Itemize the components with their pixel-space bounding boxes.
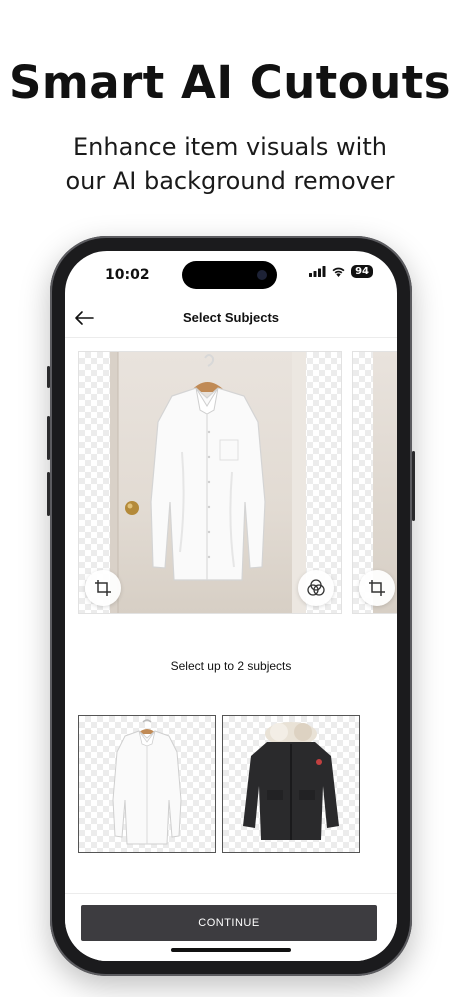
phone-volume-down-button (47, 472, 50, 516)
phone-action-button (47, 366, 50, 388)
battery-level: 94 (351, 265, 373, 278)
nav-bar: Select Subjects (65, 299, 397, 338)
phone-screen: 10:02 94 Select Subjects Select up to 2 … (65, 251, 397, 961)
home-indicator (171, 948, 291, 952)
front-camera (257, 270, 267, 280)
dynamic-island (182, 261, 277, 289)
promo-headline: Smart AI Cutouts (8, 56, 452, 109)
promo-subline-line-2: our AI background remover (65, 167, 395, 195)
carousel-card-next[interactable] (352, 351, 397, 614)
parka-thumbnail-image (243, 722, 339, 840)
shirt-image (110, 352, 306, 613)
phone-volume-up-button (47, 416, 50, 460)
wifi-icon (332, 267, 345, 277)
shirt-photo (110, 352, 306, 613)
crop-button-next[interactable] (359, 570, 395, 606)
promo-subline-line-1: Enhance item visuals with (73, 133, 387, 161)
crop-icon (369, 580, 385, 596)
selection-hint: Select up to 2 subjects (170, 659, 292, 673)
crop-button[interactable] (85, 570, 121, 606)
crop-icon (95, 580, 111, 596)
page-title: Select Subjects (182, 310, 280, 325)
promo-subline: Enhance item visuals with our AI backgro… (20, 130, 440, 198)
phone-frame: 10:02 94 Select Subjects Select up to 2 … (47, 236, 415, 976)
status-icons: 94 (309, 265, 373, 278)
color-filter-button[interactable] (298, 570, 334, 606)
shirt-thumbnail-image (112, 719, 182, 845)
subject-thumbnail-parka[interactable] (222, 715, 360, 853)
subject-thumbnail-shirt[interactable] (78, 715, 216, 853)
status-time: 10:02 (105, 267, 150, 283)
phone-power-button (412, 451, 415, 521)
carousel-card-shirt[interactable] (78, 351, 342, 614)
continue-button[interactable]: CONTINUE (81, 905, 377, 941)
signal-icon (309, 266, 326, 277)
color-filter-icon (307, 579, 325, 596)
